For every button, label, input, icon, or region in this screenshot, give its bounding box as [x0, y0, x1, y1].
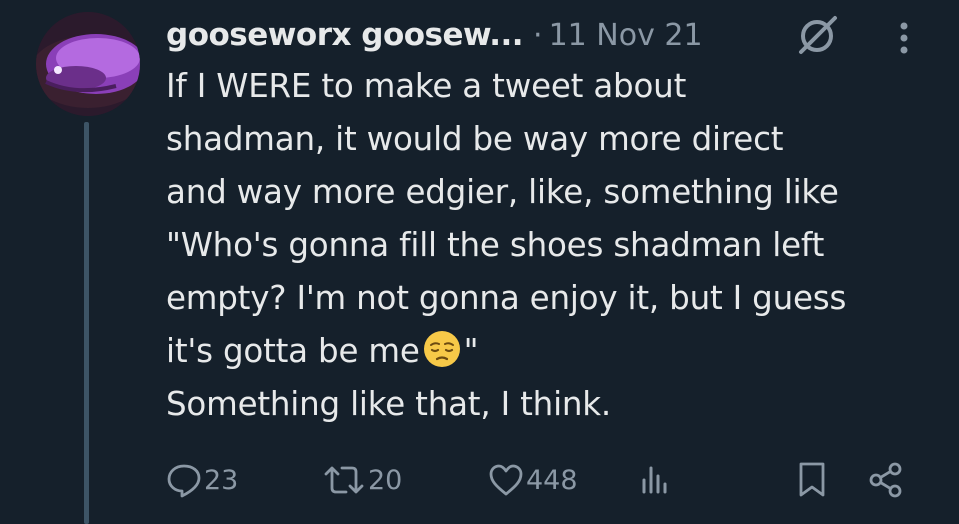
pensive-face-icon — [423, 331, 460, 367]
tweet-line: If I WERE to make a tweet about — [166, 67, 687, 105]
tweet-line: it's gotta be me " — [166, 325, 956, 378]
grok-icon[interactable] — [793, 12, 843, 58]
tweet-timestamp[interactable]: 11 Nov 21 — [549, 18, 703, 53]
tweet-line: empty? I'm not gonna enjoy it, but I gue… — [166, 279, 847, 317]
bookmark-button[interactable] — [796, 455, 828, 505]
thread-line — [84, 122, 89, 524]
tweet-header: gooseworx goosew... · 11 Nov 21 — [166, 10, 936, 60]
views-button[interactable] — [636, 455, 672, 505]
tweet-line-tail: " — [463, 332, 479, 370]
tweet-line: Something like that, I think. — [166, 385, 612, 423]
more-icon[interactable] — [893, 14, 915, 62]
retweet-icon — [324, 466, 364, 494]
author-display-name[interactable]: gooseworx goosew... — [166, 17, 524, 53]
tweet-line: and way more edgier, like, something lik… — [166, 173, 839, 211]
heart-icon — [489, 464, 523, 496]
share-icon — [869, 462, 902, 498]
tweet-line-text: it's gotta be me — [166, 332, 420, 370]
tweet-line: shadman, it would be way more direct — [166, 120, 784, 158]
tweet-line: "Who's gonna fill the shoes shadman left — [166, 226, 825, 264]
reply-button[interactable]: 23 — [166, 455, 238, 505]
like-button[interactable]: 448 — [488, 455, 578, 505]
share-button[interactable] — [866, 455, 906, 505]
tweet-text: If I WERE to make a tweet about shadman,… — [166, 60, 956, 431]
tweet-actions: 23 20 448 — [166, 455, 926, 505]
retweet-count: 20 — [368, 464, 403, 496]
separator-dot: · — [533, 17, 543, 53]
views-icon — [642, 466, 667, 494]
reply-count: 23 — [204, 464, 239, 496]
like-count: 448 — [526, 464, 578, 496]
avatar-image — [36, 12, 140, 116]
avatar[interactable] — [36, 12, 140, 116]
bookmark-icon — [799, 462, 825, 497]
retweet-button[interactable]: 20 — [322, 455, 402, 505]
reply-icon — [167, 464, 201, 498]
